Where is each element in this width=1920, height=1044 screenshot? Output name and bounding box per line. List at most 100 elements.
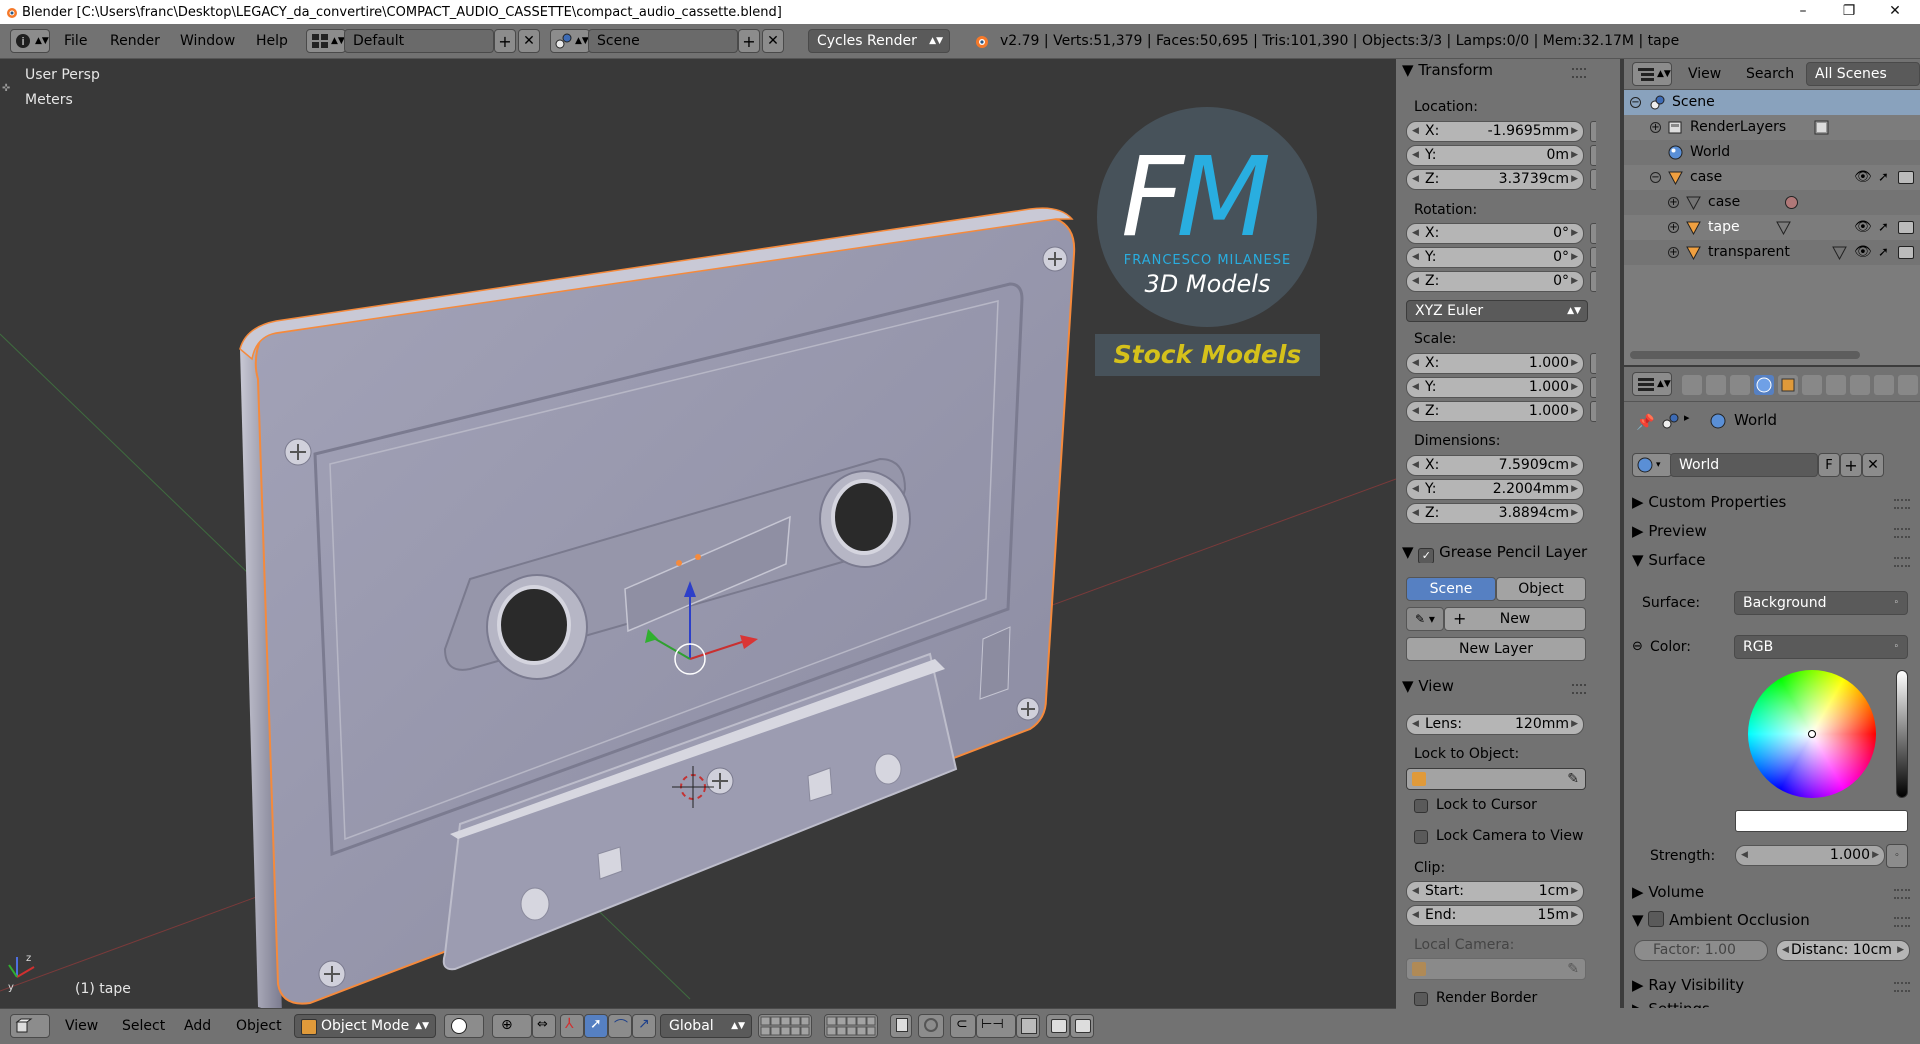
snap-element-select[interactable]: ⊢⊣ [976, 1014, 1016, 1038]
location-z-field[interactable]: ◀ Z: 3.3739cm ▶ [1406, 169, 1584, 190]
color-picker-handle[interactable] [1808, 730, 1816, 738]
location-y-field[interactable]: ◀ Y: 0m ▶ [1406, 145, 1584, 166]
tab-gp-object[interactable]: Object [1496, 577, 1586, 601]
selectability-cursor-icon[interactable]: ➚ [1878, 240, 1889, 265]
gp-datablock-selector[interactable]: ✎ ▾ [1406, 607, 1444, 631]
render-animation-button[interactable] [1070, 1014, 1094, 1038]
preview-panel[interactable]: ▶ Preview [1632, 519, 1707, 543]
grease-pencil-enable-checkbox[interactable]: ✓ [1418, 548, 1435, 563]
physics-tab-icon[interactable] [1898, 375, 1918, 395]
tree-row-case-object[interactable]: − case 👁 ➚ [1624, 165, 1920, 190]
world-fake-user-button[interactable]: F [1818, 453, 1840, 477]
rotate-manipulator[interactable]: ⌒ [608, 1014, 632, 1038]
world-browse-button[interactable]: ▾ [1632, 453, 1672, 477]
gp-new-button[interactable]: + New [1444, 607, 1586, 631]
menu-select[interactable]: Select [122, 1014, 165, 1038]
scale-x-field[interactable]: ◀ X: 1.000 ▶ [1406, 353, 1584, 374]
strength-socket-button[interactable]: ◦ [1886, 844, 1908, 868]
selectability-cursor-icon[interactable]: ➚ [1878, 215, 1889, 240]
unlink-world-button[interactable]: ✕ [1862, 453, 1884, 477]
color-input-select[interactable]: RGB ◦ [1734, 635, 1908, 659]
volume-panel[interactable]: ▶ Volume [1632, 880, 1704, 904]
renderability-camera-icon[interactable] [1898, 221, 1914, 234]
transform-orientation-select[interactable]: Global ▲▼ [660, 1014, 752, 1038]
close-window-button[interactable]: ✕ [1872, 0, 1918, 24]
world-tab-icon[interactable] [1754, 375, 1774, 395]
surface-shader-select[interactable]: Background ◦ [1734, 591, 1908, 615]
material-tab-icon[interactable] [1874, 375, 1894, 395]
lock-scale-z[interactable] [1590, 401, 1596, 422]
expand-icon[interactable]: + [1650, 122, 1661, 133]
surface-panel[interactable]: ▼ Surface [1632, 548, 1705, 572]
menu-help[interactable]: Help [252, 29, 292, 53]
add-scene-button[interactable]: + [738, 29, 760, 53]
menu-object[interactable]: Object [236, 1014, 282, 1038]
object-tab-icon[interactable] [1778, 375, 1798, 395]
rotation-x-field[interactable]: ◀ X: 0° ▶ [1406, 223, 1584, 244]
dimension-x-field[interactable]: ◀ X: 7.5909cm ▶ [1406, 455, 1584, 476]
render-tab-icon[interactable] [1682, 375, 1702, 395]
tree-row-world[interactable]: World [1624, 140, 1920, 165]
lock-rotation-x[interactable] [1590, 223, 1596, 244]
outliner-editor-type[interactable]: ▲▼ [1632, 62, 1672, 86]
strength-field[interactable]: ◀ 1.000 ▶ [1735, 845, 1885, 866]
panel-drag-grip[interactable] [1894, 889, 1910, 899]
tree-row-tape[interactable]: + tape 👁 ➚ [1624, 215, 1920, 240]
ray-visibility-panel[interactable]: ▶ Ray Visibility [1632, 973, 1744, 997]
tree-row-renderlayers[interactable]: + RenderLayers [1624, 115, 1920, 140]
panel-drag-grip[interactable] [1572, 684, 1586, 694]
rotation-mode-select[interactable]: XYZ Euler ▲▼ [1406, 300, 1588, 322]
layers-grid-1[interactable] [758, 1014, 812, 1038]
scale-y-field[interactable]: ◀ Y: 1.000 ▶ [1406, 377, 1584, 398]
expand-icon[interactable]: + [1668, 247, 1679, 258]
collapse-icon[interactable]: − [1650, 172, 1661, 183]
scale-z-field[interactable]: ◀ Z: 1.000 ▶ [1406, 401, 1584, 422]
eyedropper-icon[interactable]: ✎ [1567, 769, 1579, 789]
editor-type-button[interactable]: i ▲▼ [10, 29, 50, 53]
renderability-camera-icon[interactable] [1898, 171, 1914, 184]
expand-icon[interactable]: + [1668, 197, 1679, 208]
lock-location-x[interactable] [1590, 121, 1596, 142]
maximize-button[interactable]: ❐ [1826, 0, 1872, 24]
panel-drag-grip[interactable] [1894, 528, 1910, 538]
clip-end-field[interactable]: ◀ End: 15m ▶ [1406, 905, 1584, 926]
menu-view[interactable]: View [65, 1014, 98, 1038]
manipulator-toggle[interactable]: ⇔ [532, 1014, 556, 1038]
lock-scale-y[interactable] [1590, 377, 1596, 398]
custom-properties-panel[interactable]: ▶ Custom Properties [1632, 490, 1786, 514]
viewport-editor-type[interactable] [10, 1014, 50, 1038]
color-swatch[interactable] [1735, 810, 1908, 832]
selectability-cursor-icon[interactable]: ➚ [1878, 165, 1889, 190]
add-screen-button[interactable]: + [494, 29, 516, 53]
proportional-edit-button[interactable] [918, 1014, 944, 1038]
render-engine-select[interactable]: Cycles Render ▲▼ [808, 29, 950, 53]
data-tab-icon[interactable] [1850, 375, 1870, 395]
interaction-mode-select[interactable]: Object Mode ▲▼ [294, 1014, 436, 1038]
collapse-icon[interactable]: − [1630, 97, 1641, 108]
manipulator-axis-toggle[interactable]: ⅄ [560, 1014, 584, 1038]
tree-row-case-mesh[interactable]: + case [1624, 190, 1920, 215]
scene-name[interactable]: Scene [588, 29, 738, 53]
lock-rotation-y[interactable] [1590, 247, 1596, 268]
add-world-button[interactable]: + [1840, 453, 1862, 477]
layers-grid-2[interactable] [824, 1014, 878, 1038]
delete-screen-button[interactable]: ✕ [518, 29, 540, 53]
lock-camera-checkbox[interactable] [1414, 830, 1428, 844]
clip-start-field[interactable]: ◀ Start: 1cm ▶ [1406, 881, 1584, 902]
outliner-display-mode[interactable]: All Scenes [1806, 62, 1920, 86]
modifiers-wrench-icon[interactable] [1826, 375, 1846, 395]
delete-scene-button[interactable]: ✕ [762, 29, 784, 53]
color-socket-icon[interactable]: ⊖ [1632, 639, 1643, 654]
screen-layout-selector[interactable]: ▲▼ [306, 29, 346, 53]
location-x-field[interactable]: ◀ X: -1.9695mm ▶ [1406, 121, 1584, 142]
properties-editor-type[interactable]: ▲▼ [1632, 372, 1672, 396]
rotation-z-field[interactable]: ◀ Z: 0° ▶ [1406, 271, 1584, 292]
lock-to-cursor-checkbox[interactable] [1414, 799, 1428, 813]
menu-render[interactable]: Render [106, 29, 164, 53]
pivot-point-select[interactable]: ⊕ [492, 1014, 532, 1038]
snap-toggle[interactable]: ⊂ [950, 1014, 976, 1038]
lock-location-y[interactable] [1590, 145, 1596, 166]
visibility-eye-icon[interactable]: 👁 [1854, 240, 1872, 265]
tree-row-transparent[interactable]: + transparent 👁 ➚ [1624, 240, 1920, 265]
scene-tab-icon[interactable] [1730, 375, 1750, 395]
